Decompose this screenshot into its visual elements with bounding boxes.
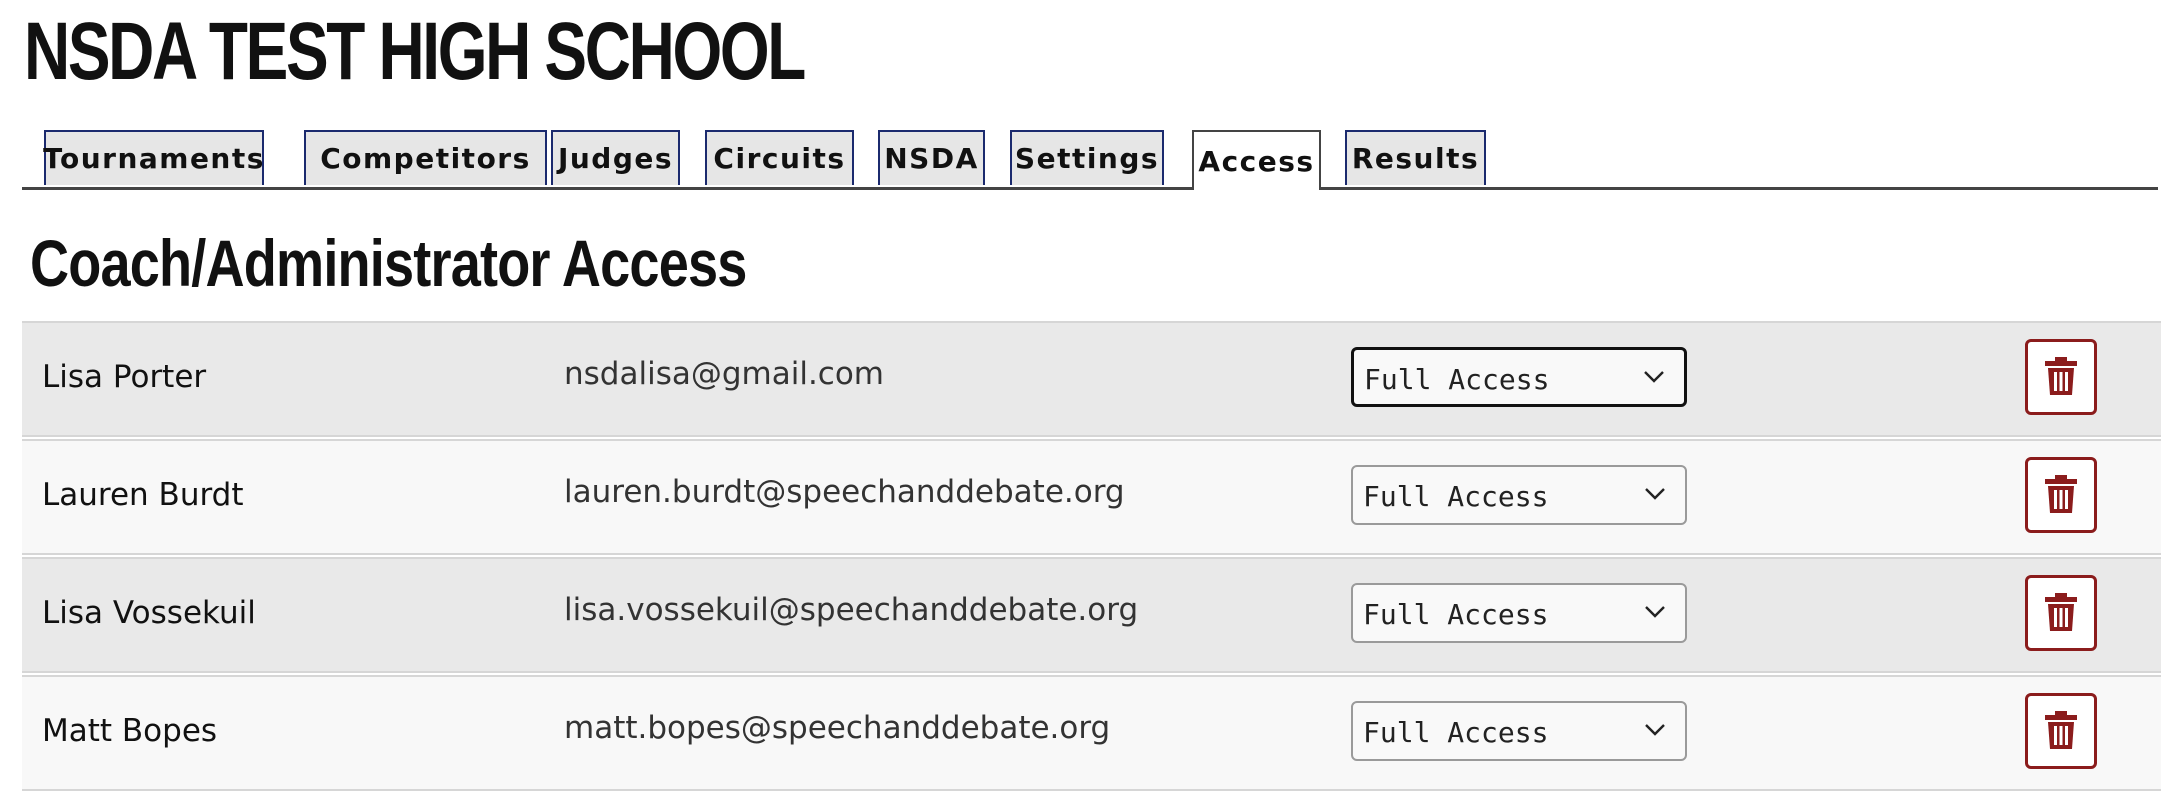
delete-button[interactable] [2025,693,2097,769]
delete-button[interactable] [2025,575,2097,651]
main-tabs: Tournaments Competitors Judges Circuits … [22,130,2158,190]
delete-button[interactable] [2025,457,2097,533]
user-name: Lisa Porter [42,359,207,395]
access-level-select[interactable]: Full Access [1351,347,1687,407]
chevron-down-icon [1645,488,1665,500]
chevron-down-icon [1645,606,1665,618]
user-email: lisa.vossekuil@speechanddebate.org [564,592,1139,628]
user-email: lauren.burdt@speechanddebate.org [564,474,1125,510]
access-level-value: Full Access [1363,480,1549,513]
access-level-select[interactable]: Full Access [1351,583,1687,643]
user-email: nsdalisa@gmail.com [564,356,885,392]
tab-settings[interactable]: Settings [1010,130,1164,185]
chevron-down-icon [1644,371,1664,383]
chevron-down-icon [1645,724,1665,736]
tab-nsda[interactable]: NSDA [878,130,985,185]
tab-tournaments[interactable]: Tournaments [43,130,264,185]
table-row: Lisa Porter nsdalisa@gmail.com Full Acce… [22,321,2161,437]
section-title: Coach/Administrator Access [30,226,747,300]
user-name: Matt Bopes [42,713,218,749]
access-level-select[interactable]: Full Access [1351,701,1687,761]
user-name: Lisa Vossekuil [42,595,256,631]
tab-results[interactable]: Results [1345,130,1486,185]
school-title: NSDA TEST HIGH SCHOOL [24,6,806,97]
tab-competitors[interactable]: Competitors [304,130,547,185]
tab-access[interactable]: Access [1192,130,1321,190]
access-level-value: Full Access [1363,716,1549,749]
tab-circuits[interactable]: Circuits [705,130,854,185]
table-row: Lisa Vossekuil lisa.vossekuil@speechandd… [22,557,2161,673]
user-email: matt.bopes@speechanddebate.org [564,710,1111,746]
access-level-value: Full Access [1363,598,1549,631]
trash-icon [2045,475,2077,513]
access-level-value: Full Access [1364,363,1550,396]
tab-judges[interactable]: Judges [551,130,680,185]
access-level-select[interactable]: Full Access [1351,465,1687,525]
trash-icon [2045,711,2077,749]
delete-button[interactable] [2025,339,2097,415]
user-name: Lauren Burdt [42,477,244,513]
table-row: Matt Bopes matt.bopes@speechanddebate.or… [22,675,2161,791]
table-row: Lauren Burdt lauren.burdt@speechanddebat… [22,439,2161,555]
trash-icon [2045,357,2077,395]
access-table: Lisa Porter nsdalisa@gmail.com Full Acce… [22,321,2161,793]
trash-icon [2045,593,2077,631]
